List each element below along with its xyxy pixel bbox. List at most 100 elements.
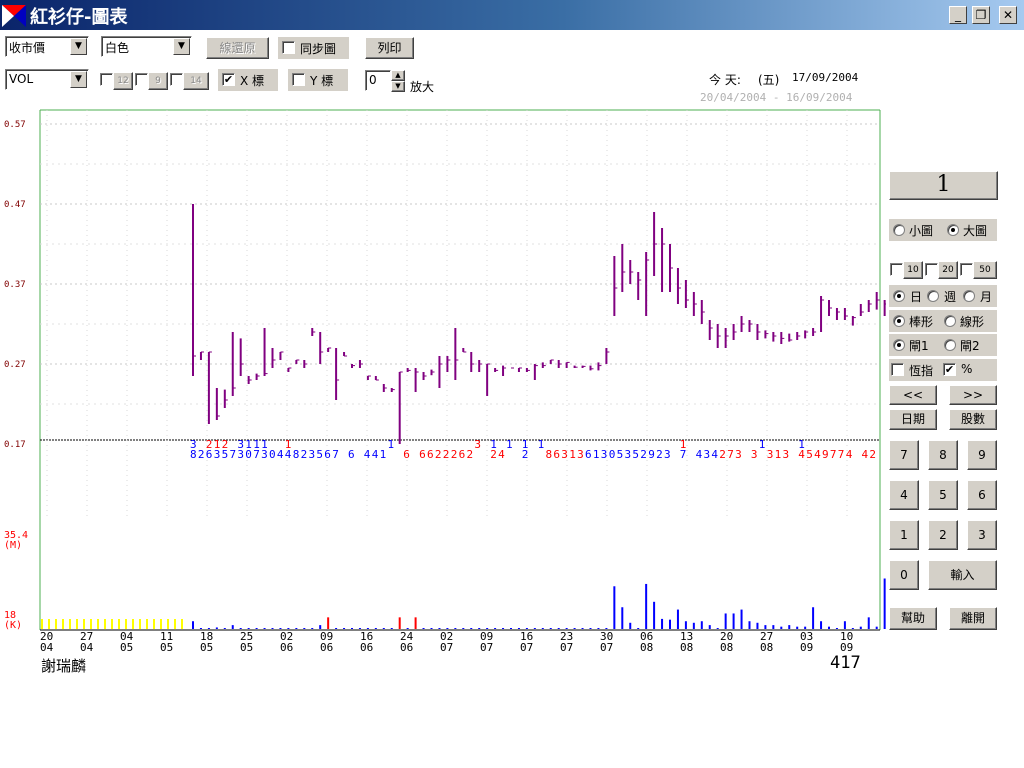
ma50-button[interactable]: 50 — [973, 261, 997, 279]
digit-mark: 1 — [538, 438, 545, 451]
volume-bar — [446, 628, 449, 629]
shares-button[interactable]: 股數 — [949, 409, 997, 430]
digit-mark: 2 — [435, 448, 442, 461]
restore-lines-button[interactable]: 線還原 — [206, 37, 269, 59]
x-label-checkbox[interactable]: ✔ — [222, 73, 235, 86]
x-tick-month: 08 — [720, 641, 733, 654]
price-type-select[interactable]: 收市價 ▼ — [5, 36, 89, 57]
digit-mark: 3 — [751, 448, 758, 461]
ma1-button[interactable]: 12 — [113, 72, 133, 90]
big-chart-radio[interactable] — [947, 224, 959, 236]
volume-bar — [303, 628, 306, 629]
indicator-select[interactable]: VOL ▼ — [5, 69, 89, 90]
zoom-label: 放大 — [410, 80, 435, 94]
pct-checkbox[interactable]: ✔ — [943, 363, 956, 376]
digit-mark: 0 — [609, 448, 616, 461]
ma20-button[interactable]: 20 — [938, 261, 958, 279]
zoom-up-icon[interactable]: ▲ — [391, 70, 405, 81]
ma20-checkbox[interactable] — [925, 263, 938, 276]
close-button[interactable]: ✕ — [999, 6, 1017, 24]
small-chart-radio[interactable] — [893, 224, 905, 236]
volume-bar-pre — [69, 619, 71, 629]
volume-bar — [716, 628, 719, 629]
volume-bar — [215, 627, 218, 629]
period-day-label: 日 — [910, 290, 923, 304]
period-month-radio[interactable] — [963, 290, 975, 302]
style-line-radio[interactable] — [944, 315, 956, 327]
digit-mark: 1 — [775, 448, 782, 461]
key-8-button[interactable]: 8 — [928, 440, 958, 470]
style-bar-radio[interactable] — [893, 315, 905, 327]
volume-bar — [311, 628, 314, 629]
prev-button[interactable]: << — [889, 385, 937, 405]
ma1-checkbox[interactable] — [100, 73, 113, 86]
number-display: 1 — [889, 171, 998, 200]
chevron-down-icon[interactable]: ▼ — [70, 71, 87, 88]
y-label-checkbox[interactable] — [292, 73, 305, 86]
x-tick-month: 08 — [680, 641, 693, 654]
key-4-button[interactable]: 4 — [889, 480, 919, 510]
x-tick-month: 07 — [600, 641, 613, 654]
ma2-checkbox[interactable] — [135, 73, 148, 86]
key-0-button[interactable]: 0 — [889, 560, 919, 590]
key-3-button[interactable]: 3 — [967, 520, 997, 550]
volume-bar — [597, 628, 600, 629]
hsi-checkbox[interactable] — [891, 363, 904, 376]
print-button[interactable]: 列印 — [365, 37, 414, 59]
volume-bar — [788, 625, 791, 629]
ma50-checkbox[interactable] — [960, 263, 973, 276]
color-select[interactable]: 白色 ▼ — [101, 36, 192, 57]
volume-bar — [255, 628, 258, 629]
ma3-button[interactable]: 14 — [183, 72, 209, 90]
next-button[interactable]: >> — [949, 385, 997, 405]
zoom-down-icon[interactable]: ▼ — [391, 81, 405, 92]
exit-button[interactable]: 離開 — [949, 607, 997, 630]
title-bar: 紅衫仔-圖表 _ ❐ ✕ — [0, 0, 1024, 30]
volume-bar — [605, 628, 608, 629]
key-6-button[interactable]: 6 — [967, 480, 997, 510]
ma3-checkbox[interactable] — [170, 73, 183, 86]
ma10-button[interactable]: 10 — [903, 261, 923, 279]
key-1-button[interactable]: 1 — [889, 520, 919, 550]
chevron-down-icon[interactable]: ▼ — [70, 38, 87, 55]
key-5-button[interactable]: 5 — [928, 480, 958, 510]
stock-chart[interactable]: 0.570.470.370.270.1720042704040511051805… — [0, 100, 886, 680]
chevron-down-icon[interactable]: ▼ — [173, 38, 190, 55]
volume-bar — [454, 628, 457, 629]
x-tick-month: 05 — [240, 641, 253, 654]
volume-bar — [271, 628, 274, 629]
restore-button[interactable]: ❐ — [972, 6, 990, 24]
close2-radio[interactable] — [944, 339, 956, 351]
digit-mark: 3 — [261, 448, 268, 461]
ma2-button[interactable]: 9 — [148, 72, 168, 90]
key-7-button[interactable]: 7 — [889, 440, 919, 470]
digit-mark: 8 — [293, 448, 300, 461]
enter-button[interactable]: 輸入 — [928, 560, 997, 590]
key-9-button[interactable]: 9 — [967, 440, 997, 470]
period-week-radio[interactable] — [927, 290, 939, 302]
volume-bar-pre — [132, 619, 134, 629]
volume-bar — [692, 622, 695, 629]
style-bar-label: 棒形 — [909, 315, 934, 329]
digit-mark: 2 — [451, 448, 458, 461]
key-2-button[interactable]: 2 — [928, 520, 958, 550]
volume-bar — [510, 628, 512, 629]
zoom-input[interactable]: 0 — [365, 70, 391, 91]
volume-bar-pre — [167, 619, 169, 629]
digit-mark: 1 — [506, 438, 513, 451]
close1-radio[interactable] — [893, 339, 905, 351]
ma10-checkbox[interactable] — [890, 263, 903, 276]
digit-mark: 5 — [617, 448, 624, 461]
digit-mark: 1 — [569, 448, 576, 461]
digit-mark: 9 — [648, 448, 655, 461]
stock-name: 謝瑞麟 — [41, 657, 87, 675]
period-day-radio[interactable] — [893, 290, 905, 302]
price-tick-label: 0.47 — [4, 200, 26, 210]
digit-mark: 6 — [459, 448, 466, 461]
help-button[interactable]: 幫助 — [889, 607, 937, 630]
date-button[interactable]: 日期 — [889, 409, 937, 430]
volume-bar-pre — [181, 619, 183, 629]
sync-chart-checkbox[interactable] — [282, 41, 295, 54]
volume-bar — [430, 628, 433, 629]
minimize-button[interactable]: _ — [949, 6, 967, 24]
